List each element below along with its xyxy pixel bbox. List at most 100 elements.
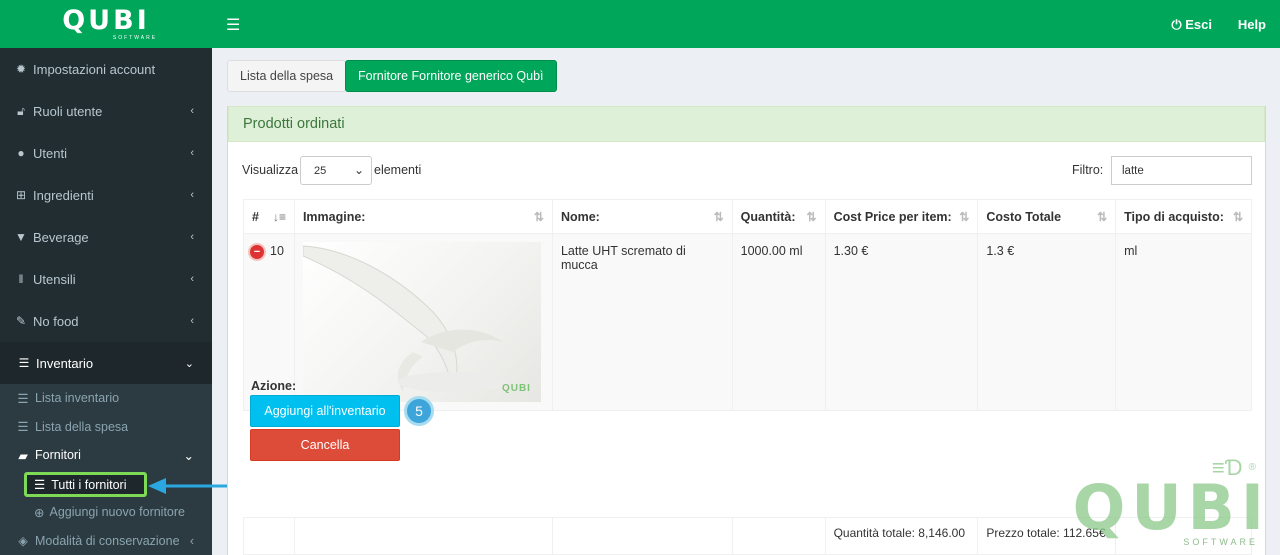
- chevron-down-icon: ⌄: [183, 448, 194, 463]
- col-header-label: Nome:: [560, 209, 600, 224]
- totals-cell-empty: [551, 517, 733, 555]
- cell-image: QUBI: [293, 233, 553, 411]
- logo[interactable]: QUBI SOFTWARE: [0, 0, 212, 48]
- sidebar-item-label: Beverage: [33, 229, 89, 245]
- col-header-label: Tipo di acquisto:: [1124, 209, 1224, 224]
- sidebar-item-label: Modalità di conservazione: [35, 533, 180, 548]
- truck-icon: ▰: [18, 448, 28, 463]
- product-image-logo: QUBI: [501, 383, 531, 394]
- total-quantity: Quantità totale: 8,146.00: [824, 517, 979, 555]
- sidebar-item-label: Aggiungi nuovo fornitore: [49, 505, 185, 520]
- cell-quantita: 1000.00 ml: [731, 233, 826, 411]
- azione-label: Azione:: [251, 379, 297, 393]
- sidebar-item-lista-inventario[interactable]: ☰ Lista inventario: [0, 384, 212, 413]
- inventario-submenu: ☰ Lista inventario ☰ Lista della spesa ▰ Fo…: [0, 384, 212, 555]
- sort-icon: ⇅: [1097, 209, 1108, 224]
- product-image: QUBI: [302, 242, 541, 402]
- sidebar-item-modalita[interactable]: ◈ Modalità di conservazione ‹: [0, 527, 212, 555]
- col-header-immagine[interactable]: Immagine: ⇅: [293, 199, 553, 234]
- sidebar-item-fornitori[interactable]: ▰ Fornitori ⌄: [0, 441, 212, 470]
- list-icon: ☰: [34, 478, 46, 492]
- list-icon: ☰: [17, 420, 29, 435]
- tab-lista-spesa[interactable]: Lista della spesa: [227, 60, 347, 92]
- logout-button[interactable]: ⏻ Esci: [1171, 17, 1212, 33]
- sidebar-item-ingredienti[interactable]: ⊞ Ingredienti ‹: [0, 174, 212, 216]
- sidebar-item-ruoli[interactable]: 🔓︎ Ruoli utente ‹: [0, 90, 212, 132]
- cell-costo-totale: 1.3 €: [977, 233, 1117, 411]
- sidebar-item-label: Tutti i fornitori: [51, 477, 127, 492]
- col-header-costo-totale[interactable]: Costo Totale ⇅: [977, 199, 1117, 234]
- sidebar-item-aggiungi-fornitore[interactable]: ⊕ Aggiungi nuovo fornitore: [0, 498, 212, 527]
- remove-row-icon[interactable]: −: [250, 245, 264, 259]
- step-badge: 5: [404, 396, 434, 426]
- sidebar-item-impostazioni[interactable]: ✹ Impostazioni account: [0, 48, 212, 90]
- topbar: ☰ ⏻ Esci Help: [212, 0, 1280, 48]
- help-link[interactable]: Help: [1238, 17, 1266, 32]
- sidebar-item-label: Lista della spesa: [35, 419, 129, 434]
- gear-icon: ✹: [15, 62, 27, 76]
- watermark-word: QUBI: [1072, 471, 1270, 544]
- visualizza-label: Visualizza: [242, 163, 299, 177]
- sidebar-item-tutti-fornitori[interactable]: ☰ Tutti i fornitori: [24, 472, 147, 497]
- wrench-icon: ✎: [15, 314, 27, 328]
- col-header-nome[interactable]: Nome: ⇅: [551, 199, 733, 234]
- sidebar-item-nofood[interactable]: ✎ No food ‹: [0, 300, 212, 342]
- cell-nome: Latte UHT scremato di mucca: [551, 233, 733, 411]
- chevron-left-icon: ‹: [189, 533, 194, 548]
- list-icon: ☰: [17, 391, 29, 406]
- sidebar-item-label: Utensili: [33, 271, 76, 287]
- page-size-select[interactable]: 25 ⌄: [300, 156, 372, 185]
- logo-word: QUBI: [62, 4, 150, 36]
- sidebar-item-label: Impostazioni account: [33, 61, 156, 77]
- chevron-left-icon: ‹: [190, 105, 194, 117]
- cutlery-icon: ǁ: [18, 272, 24, 286]
- sort-icon: ⇅: [713, 209, 724, 224]
- logout-label: Esci: [1185, 17, 1212, 32]
- page-size-value: 25: [314, 164, 327, 177]
- totals-cell-empty: [243, 517, 295, 555]
- sort-icon: ⇅: [806, 209, 817, 224]
- sidebar-item-label: Fornitori: [35, 448, 81, 463]
- col-header-label: Costo Totale: [986, 209, 1062, 224]
- chevron-left-icon: ‹: [190, 147, 194, 159]
- unlock-icon: 🔓︎: [17, 103, 25, 118]
- totals-cell-empty: [731, 517, 826, 555]
- sort-asc-icon: ↓≡: [272, 209, 286, 224]
- sidebar-item-label: Inventario: [36, 355, 94, 371]
- cancel-button[interactable]: Cancella: [250, 429, 400, 461]
- filter-input[interactable]: latte: [1111, 156, 1252, 185]
- sidebar-item-lista-spesa[interactable]: ☰ Lista della spesa: [0, 413, 212, 442]
- sort-icon: ⇅: [959, 209, 970, 224]
- col-header-cost-price[interactable]: Cost Price per item: ⇅: [824, 199, 979, 234]
- row-id: 10: [270, 244, 284, 258]
- sitemap-icon: ⊞: [15, 188, 27, 202]
- totals-cell-empty: [293, 517, 553, 555]
- sidebar-item-label: Utenti: [33, 145, 67, 161]
- col-header-quantita[interactable]: Quantità: ⇅: [731, 199, 826, 234]
- col-header-tipo[interactable]: Tipo di acquisto: ⇅: [1115, 199, 1252, 234]
- col-header-id[interactable]: # ↓≡: [243, 199, 295, 234]
- chevron-down-icon: ⌄: [353, 163, 364, 177]
- add-to-inventory-button[interactable]: Aggiungi all'inventario: [250, 395, 400, 427]
- col-header-label: Cost Price per item:: [833, 209, 952, 224]
- box-title: Prodotti ordinati: [228, 106, 1265, 142]
- col-header-label: Quantità:: [740, 209, 796, 224]
- chevron-left-icon: ‹: [190, 231, 194, 243]
- plus-circle-icon: ⊕: [34, 505, 45, 520]
- logo-sub: SOFTWARE: [112, 34, 158, 41]
- cell-tipo: ml: [1115, 233, 1252, 411]
- sidebar-item-label: Ingredienti: [33, 187, 94, 203]
- sidebar-item-inventario[interactable]: ☰ Inventario ⌄: [0, 342, 212, 384]
- user-icon: ●: [17, 146, 25, 160]
- sidebar-item-utenti[interactable]: ● Utenti ‹: [0, 132, 212, 174]
- sidebar-item-beverage[interactable]: ▼ Beverage ‹: [0, 216, 212, 258]
- milk-splash-icon: [302, 245, 508, 393]
- table-icon: ☰: [18, 356, 30, 370]
- sidebar-item-utensili[interactable]: ǁ Utensili ‹: [0, 258, 212, 300]
- qubi-watermark: ≡Ɗ ® QUBI SOFTWARE: [1072, 457, 1270, 548]
- elementi-label: elementi: [374, 163, 422, 177]
- hamburger-icon[interactable]: ☰: [226, 15, 240, 35]
- tab-fornitore[interactable]: Fornitore Fornitore generico Qubì: [345, 60, 557, 92]
- table-row: −10 QUBI Latte UHT scremato di mucca 100…: [243, 233, 1252, 411]
- sidebar-item-label: Lista inventario: [35, 391, 120, 406]
